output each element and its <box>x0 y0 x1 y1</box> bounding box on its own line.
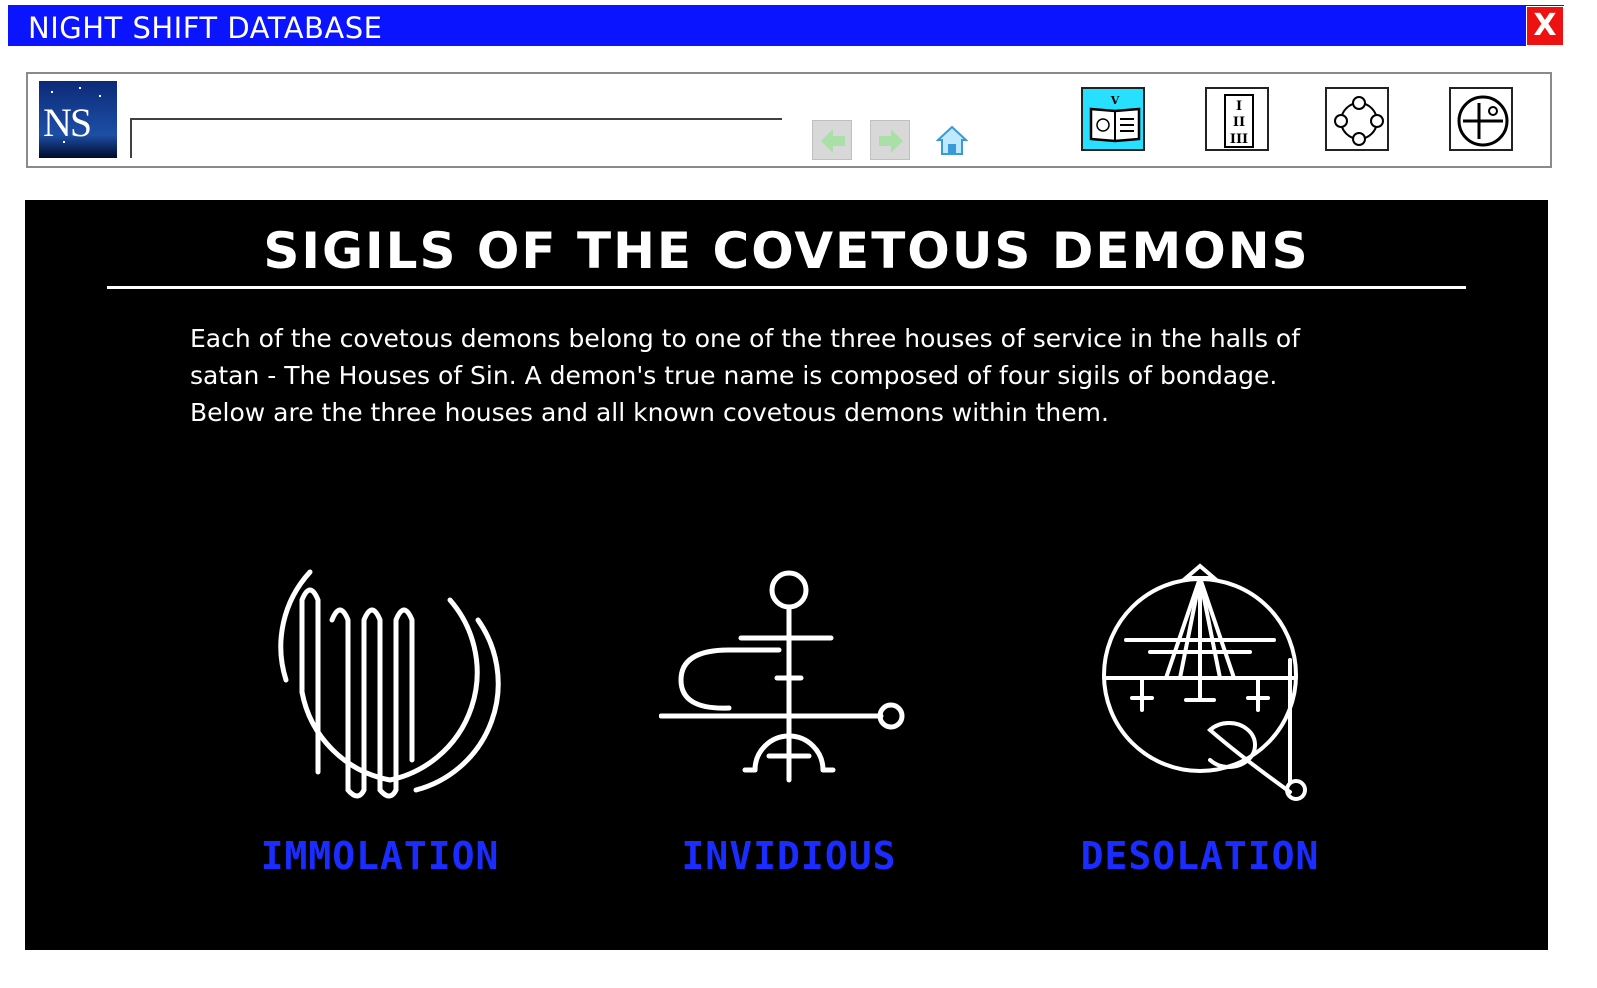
book-icon: V <box>1089 94 1141 143</box>
back-arrow-icon <box>821 129 845 153</box>
house-label: INVIDIOUS <box>681 834 897 878</box>
svg-text:III: III <box>1230 132 1248 147</box>
book-button[interactable]: V <box>1081 87 1145 151</box>
forward-arrow-icon <box>879 129 903 153</box>
page-title: SIGILS OF THE COVETOUS DEMONS <box>263 222 1310 280</box>
house-label: DESOLATION <box>1080 834 1320 878</box>
svg-text:II: II <box>1233 115 1245 130</box>
close-button[interactable]: X <box>1526 6 1564 46</box>
sigil-button[interactable] <box>1449 87 1513 151</box>
intro-line: Below are the three houses and all known… <box>190 398 1109 427</box>
toolbar: NS V I II III <box>26 72 1552 168</box>
home-icon <box>936 125 968 155</box>
roman-numerals-icon: I II III <box>1224 94 1254 148</box>
network-button[interactable] <box>1325 87 1389 151</box>
heading-divider <box>107 286 1466 289</box>
immolation-sigil-icon <box>278 569 501 799</box>
intro-text: Each of the covetous demons belong to on… <box>190 320 1390 431</box>
book-glyph: V <box>1110 94 1120 107</box>
house-invidious[interactable]: INVIDIOUS <box>619 560 959 880</box>
title-bar: NIGHT SHIFT DATABASE X <box>8 5 1564 46</box>
circle-nodes-icon <box>1334 96 1384 146</box>
svg-text:I: I <box>1236 99 1242 114</box>
house-immolation[interactable]: IMMOLATION <box>210 560 550 880</box>
window-title: NIGHT SHIFT DATABASE <box>28 11 383 45</box>
house-label: IMMOLATION <box>260 834 500 878</box>
back-button[interactable] <box>812 120 852 160</box>
content-panel: SIGILS OF THE COVETOUS DEMONS Each of th… <box>25 200 1548 950</box>
desolation-sigil-icon <box>1102 563 1307 801</box>
sigil-circle-icon <box>1457 95 1509 147</box>
intro-line: satan - The Houses of Sin. A demon's tru… <box>190 361 1278 390</box>
address-input[interactable] <box>130 118 782 158</box>
houses-button[interactable]: I II III <box>1205 87 1269 151</box>
invidious-sigil-icon <box>659 570 905 783</box>
ns-logo: NS <box>39 81 117 158</box>
logo-text: NS <box>43 100 92 145</box>
home-button[interactable] <box>932 120 972 160</box>
intro-line: Each of the covetous demons belong to on… <box>190 324 1301 353</box>
house-desolation[interactable]: DESOLATION <box>1030 560 1370 880</box>
forward-button[interactable] <box>870 120 910 160</box>
